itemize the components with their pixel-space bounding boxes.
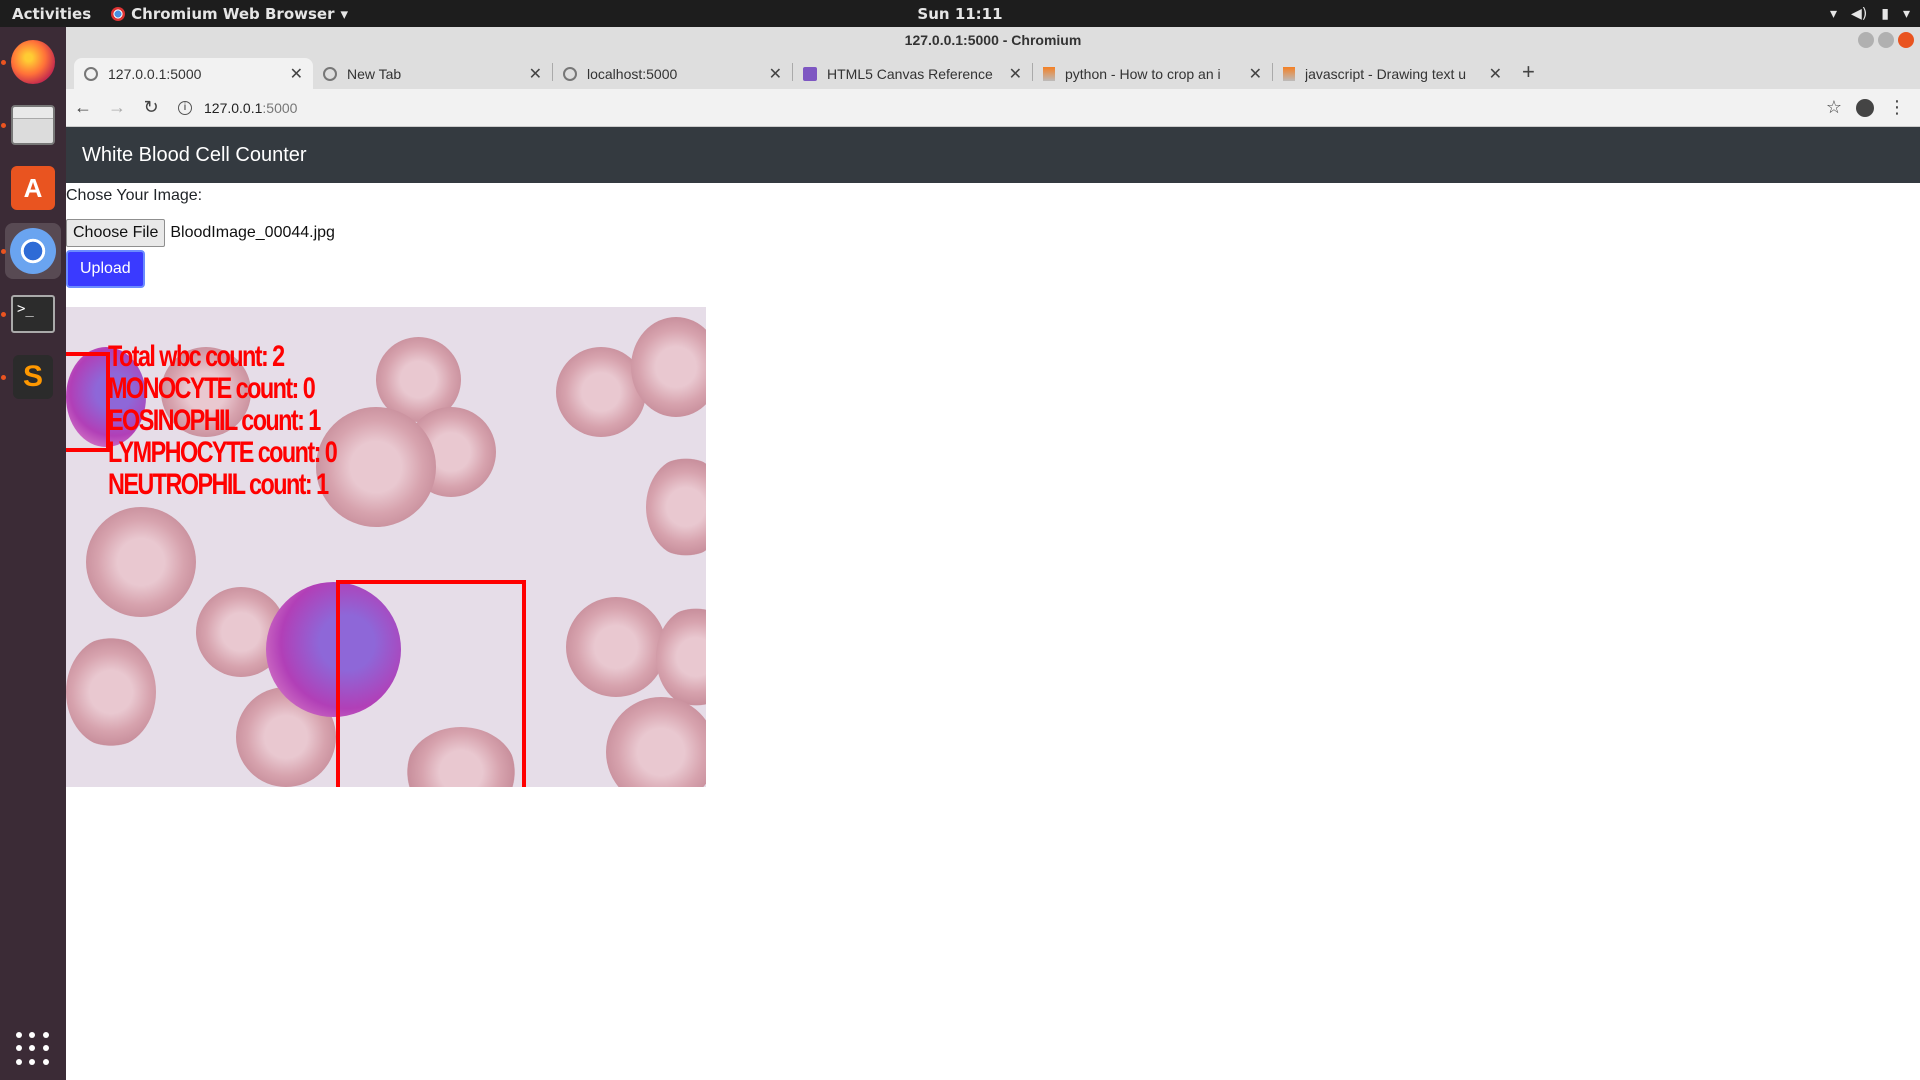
window-titlebar[interactable]: 127.0.0.1:5000 - Chromium [66,27,1920,54]
file-input[interactable]: Choose File BloodImage_00044.jpg [66,219,1920,247]
show-apps-icon[interactable] [16,1032,50,1066]
dock-chromium[interactable] [1,223,61,279]
window-title: 127.0.0.1:5000 - Chromium [904,32,1082,48]
total-wbc-count: Total wbc count: 2 [108,340,285,373]
globe-icon [563,66,577,81]
detection-box [66,352,110,452]
profile-icon[interactable] [1856,98,1874,117]
tab-title: javascript - Drawing text u [1305,65,1467,82]
stackoverflow-icon [1283,66,1295,81]
forward-icon[interactable]: → [100,93,134,123]
app-menu-label: Chromium Web Browser [131,4,335,23]
url-host: 127.0.0.1 [204,99,263,116]
close-tab-icon[interactable]: ✕ [1009,64,1022,84]
red-blood-cell [66,637,156,747]
navbar-brand[interactable]: White Blood Cell Counter [82,144,307,166]
tab-python-crop[interactable]: python - How to crop an i ✕ [1033,58,1272,89]
tab-javascript-drawing[interactable]: javascript - Drawing text u ✕ [1273,58,1512,89]
dock-files[interactable] [1,97,61,153]
dock: A >_ S [0,27,66,1080]
minimize-icon[interactable] [1858,32,1874,48]
bookmark-star-icon[interactable]: ☆ [1826,97,1842,118]
tab-title: 127.0.0.1:5000 [108,65,202,82]
close-tab-icon[interactable]: ✕ [529,64,542,84]
upload-button[interactable]: Upload [66,250,145,288]
lymphocyte-count: LYMPHOCYTE count: 0 [108,436,338,469]
dock-software[interactable]: A [5,160,61,216]
close-window-icon[interactable] [1898,32,1914,48]
wbc-count-overlay: Total wbc count: 2 MONOCYTE count: 0 EOS… [108,340,338,501]
running-indicator [1,375,6,380]
page-viewport: White Blood Cell Counter Chose Your Imag… [66,127,1920,1080]
wifi-icon: ▾ [1829,5,1838,22]
red-blood-cell [646,457,706,557]
new-tab-icon[interactable]: + [1512,59,1545,85]
chromium-icon [10,228,56,274]
dock-firefox[interactable] [1,34,61,90]
sublime-text-icon: S [13,355,53,399]
neutrophil-count: NEUTROPHIL count: 1 [108,468,329,501]
volume-icon: ◀) [1851,5,1868,22]
html5-icon [803,66,817,81]
result-image: Total wbc count: 2 MONOCYTE count: 0 EOS… [66,307,706,787]
toolbar-actions: ☆ ⋮ [1826,97,1920,118]
tab-canvas-reference[interactable]: HTML5 Canvas Reference ✕ [793,58,1032,89]
tab-title: python - How to crop an i [1065,65,1221,82]
red-blood-cell [86,507,196,617]
battery-icon: ▮ [1881,5,1889,22]
red-blood-cell [606,697,706,787]
running-indicator [1,123,6,128]
monocyte-count: MONOCYTE count: 0 [108,372,316,405]
reload-icon[interactable]: ↻ [134,93,168,123]
back-icon[interactable]: ← [66,93,100,123]
running-indicator [1,249,6,254]
choose-file-button[interactable]: Choose File [66,219,166,247]
info-icon[interactable]: i [178,100,192,115]
close-tab-icon[interactable]: ✕ [769,64,782,84]
tab-localhost[interactable]: localhost:5000 ✕ [553,58,792,89]
tab-title: localhost:5000 [587,65,678,82]
running-indicator [1,312,6,317]
menu-kebab-icon[interactable]: ⋮ [1888,97,1906,118]
selected-file-name: BloodImage_00044.jpg [170,224,335,241]
browser-toolbar: ← → ↻ i 127.0.0.1:5000 ☆ ⋮ [66,89,1920,127]
choose-image-label: Chose Your Image: [66,187,203,204]
globe-icon [323,66,337,81]
chromium-small-icon [111,6,126,21]
stackoverflow-icon [1043,66,1055,81]
chevron-down-icon: ▾ [340,4,349,23]
activities-button[interactable]: Activities [0,5,103,23]
red-blood-cell [656,607,706,707]
dock-sublime[interactable]: S [1,349,61,405]
maximize-icon[interactable] [1878,32,1894,48]
chevron-down-icon: ▾ [1902,5,1910,22]
software-center-icon: A [11,166,55,210]
eosinophil-count: EOSINOPHIL count: 1 [108,404,321,437]
system-tray[interactable]: ▾ ◀) ▮ ▾ [1830,6,1910,22]
files-icon [11,105,55,145]
close-tab-icon[interactable]: ✕ [1489,64,1502,84]
tab-new-tab[interactable]: New Tab ✕ [313,58,552,89]
app-navbar: White Blood Cell Counter [66,127,1920,183]
tab-127-0-0-1[interactable]: 127.0.0.1:5000 ✕ [74,58,313,89]
tab-title: HTML5 Canvas Reference [827,65,993,82]
detection-box [336,580,526,787]
address-bar[interactable]: i 127.0.0.1:5000 [168,93,1826,123]
terminal-icon: >_ [11,295,55,333]
url-port: :5000 [262,99,298,116]
close-tab-icon[interactable]: ✕ [290,64,303,84]
close-tab-icon[interactable]: ✕ [1249,64,1262,84]
dock-terminal[interactable]: >_ [1,286,61,342]
window-controls [1858,32,1914,48]
app-menu[interactable]: Chromium Web Browser ▾ [103,5,348,23]
globe-icon [84,66,98,81]
clock[interactable]: Sun 11:11 [917,5,1002,23]
red-blood-cell [566,597,666,697]
firefox-icon [11,40,55,84]
tab-title: New Tab [347,65,402,82]
system-top-bar: Activities Chromium Web Browser ▾ Sun 11… [0,0,1920,27]
tab-strip: 127.0.0.1:5000 ✕ New Tab ✕ localhost:500… [66,54,1920,89]
running-indicator [1,60,6,65]
